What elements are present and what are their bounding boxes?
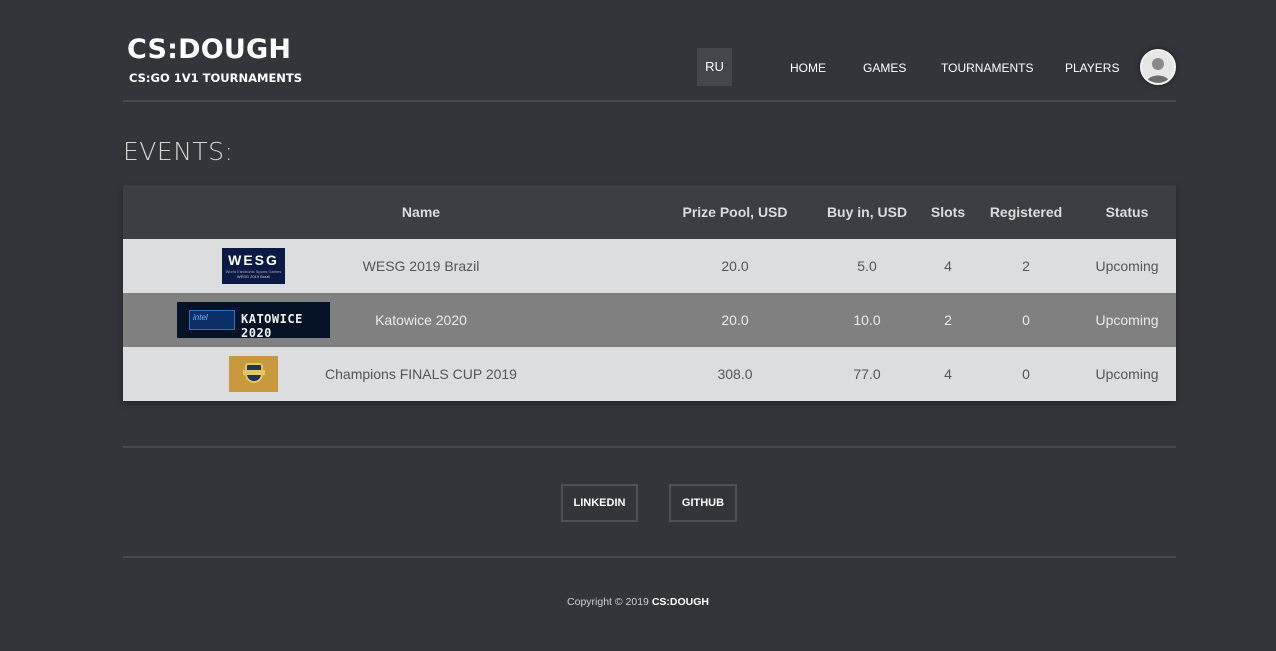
col-prize[interactable]: Prize Pool, USD [665, 185, 805, 239]
event-name[interactable]: WESG 2019 Brazil [321, 239, 521, 293]
event-slots: 4 [944, 258, 952, 274]
col-status[interactable]: Status [1077, 185, 1177, 239]
event-buyin: 77.0 [853, 366, 881, 382]
event-status: Upcoming [1095, 366, 1159, 382]
copyright: Copyright © 2019 CS:DOUGH [0, 596, 1276, 608]
events-title: EVENTS: [123, 137, 234, 166]
user-avatar-icon[interactable] [1140, 49, 1176, 85]
language-button[interactable]: RU [697, 48, 732, 86]
table-row[interactable]: Champions FINALS CUP 2019 308.0 77.0 4 0… [123, 347, 1176, 401]
copyright-text: Copyright © 2019 [567, 596, 649, 608]
event-registered: 0 [1022, 312, 1030, 328]
event-status: Upcoming [1095, 258, 1159, 274]
footer-divider [123, 556, 1176, 558]
intel-badge-icon: intel [189, 310, 235, 330]
event-logo[interactable]: intel KATOWICE 2020 [177, 302, 330, 338]
event-name[interactable]: Katowice 2020 [321, 293, 521, 347]
col-name[interactable]: Name [321, 185, 521, 239]
footer-divider [123, 446, 1176, 448]
event-prize: 308.0 [717, 366, 753, 382]
col-registered[interactable]: Registered [976, 185, 1076, 239]
event-name[interactable]: Champions FINALS CUP 2019 [321, 347, 521, 401]
col-slots[interactable]: Slots [918, 185, 978, 239]
copyright-brand: CS:DOUGH [651, 596, 709, 608]
events-table: Name Prize Pool, USD Buy in, USD Slots R… [123, 185, 1176, 401]
event-registered: 0 [1022, 366, 1030, 382]
event-prize: 20.0 [721, 312, 749, 328]
event-status: Upcoming [1095, 312, 1159, 328]
event-logo[interactable]: WESG World Electronic Sports Games WESG … [222, 248, 285, 284]
event-registered: 2 [1022, 258, 1030, 274]
col-buyin[interactable]: Buy in, USD [807, 185, 927, 239]
event-prize: 20.0 [721, 258, 749, 274]
nav-players[interactable]: PLAYERS [1065, 61, 1119, 75]
github-button[interactable]: GITHUB [669, 484, 737, 522]
table-row[interactable]: intel KATOWICE 2020 Katowice 2020 20.0 1… [123, 293, 1176, 347]
table-row[interactable]: WESG World Electronic Sports Games WESG … [123, 239, 1176, 293]
site-header: CS:DOUGH CS:GO 1V1 TOURNAMENTS RU HOME G… [123, 0, 1176, 102]
nav-games[interactable]: GAMES [863, 61, 906, 75]
event-slots: 4 [944, 366, 952, 382]
brand-subtitle: CS:GO 1V1 TOURNAMENTS [129, 71, 303, 85]
linkedin-button[interactable]: LINKEDIN [561, 484, 638, 522]
event-logo[interactable] [229, 356, 278, 392]
table-header: Name Prize Pool, USD Buy in, USD Slots R… [123, 185, 1176, 239]
event-buyin: 10.0 [853, 312, 881, 328]
brand[interactable]: CS:DOUGH CS:GO 1V1 TOURNAMENTS [127, 34, 302, 85]
shield-icon [243, 363, 265, 383]
event-slots: 2 [944, 312, 952, 328]
nav-tournaments[interactable]: TOURNAMENTS [941, 61, 1033, 75]
event-buyin: 5.0 [857, 258, 877, 274]
brand-title[interactable]: CS:DOUGH [127, 34, 302, 66]
nav-home[interactable]: HOME [790, 61, 826, 75]
